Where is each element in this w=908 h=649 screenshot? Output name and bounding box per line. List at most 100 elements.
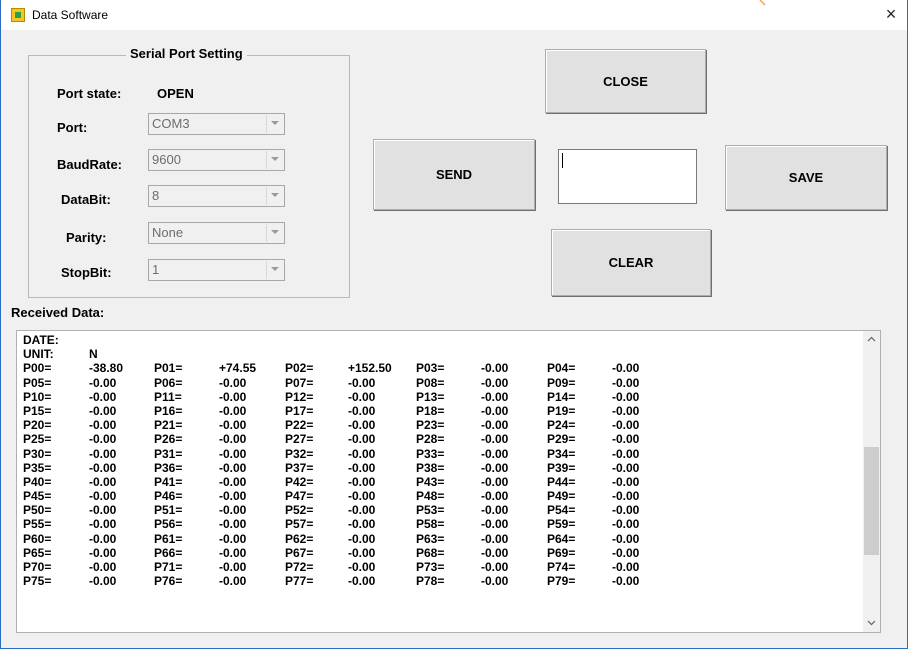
chevron-down-icon[interactable]: [266, 151, 283, 169]
param-key: P31=: [154, 446, 183, 461]
param-value: -0.00: [348, 418, 376, 433]
param-key: P17=: [285, 403, 314, 418]
param-key: P53=: [416, 503, 445, 518]
decorative-mark: [759, 0, 766, 6]
param-value: -0.00: [612, 389, 640, 404]
param-key: P33=: [416, 446, 445, 461]
port-select[interactable]: COM3: [148, 113, 285, 135]
param-key: P12=: [285, 389, 314, 404]
param-value: -0.00: [348, 375, 376, 390]
param-key: P68=: [416, 545, 445, 560]
close-port-button[interactable]: CLOSE: [545, 49, 706, 113]
param-key: P14=: [547, 389, 576, 404]
param-value: -0.00: [348, 545, 376, 560]
param-value: -0.00: [89, 460, 117, 475]
send-input[interactable]: [558, 149, 697, 204]
received-data-textarea[interactable]: DATE: UNIT: N P00= -38.80 P01= +74.55 P02= +1…: [16, 330, 881, 633]
chevron-down-icon[interactable]: [266, 115, 283, 133]
param-key: P75=: [23, 574, 52, 589]
param-key: P04=: [547, 361, 576, 376]
param-value: -0.00: [219, 389, 247, 404]
param-value: -0.00: [219, 503, 247, 518]
vertical-scrollbar[interactable]: [863, 331, 880, 632]
stopbit-label: StopBit:: [61, 265, 112, 280]
send-button[interactable]: SEND: [373, 139, 535, 210]
window-close-button[interactable]: ×: [881, 4, 901, 24]
chevron-down-icon[interactable]: [266, 261, 283, 279]
clear-button[interactable]: CLEAR: [551, 229, 711, 296]
param-key: P16=: [154, 403, 183, 418]
window-title: Data Software: [32, 8, 109, 22]
param-key: P22=: [285, 418, 314, 433]
param-key: P11=: [154, 389, 182, 404]
param-value: -0.00: [481, 517, 509, 532]
param-key: P09=: [547, 375, 576, 390]
param-value: -0.00: [219, 560, 247, 574]
parity-select[interactable]: None: [148, 222, 285, 244]
param-key: P25=: [23, 432, 52, 447]
param-value: -38.80: [89, 361, 124, 376]
stopbit-select[interactable]: 1: [148, 259, 285, 281]
app-icon: [11, 8, 25, 22]
param-key: P43=: [416, 474, 445, 489]
param-value: -0.00: [481, 446, 509, 461]
date-label: DATE:: [23, 333, 59, 347]
param-value: -0.00: [348, 403, 376, 418]
param-key: P73=: [416, 560, 445, 574]
param-value: +74.55: [219, 361, 257, 376]
param-key: P10=: [23, 389, 52, 404]
databit-label: DataBit:: [61, 192, 111, 207]
baudrate-label: BaudRate:: [57, 157, 123, 172]
param-value: -0.00: [219, 474, 247, 489]
scrollbar-thumb[interactable]: [864, 447, 879, 555]
param-key: P46=: [154, 489, 183, 504]
param-value: -0.00: [348, 474, 376, 489]
param-key: P76=: [154, 574, 183, 589]
param-value: -0.00: [348, 517, 376, 532]
param-value: -0.00: [612, 517, 640, 532]
port-state-label: Port state:: [57, 86, 122, 101]
param-key: P63=: [416, 531, 445, 546]
param-key: P49=: [547, 489, 576, 504]
param-key: P18=: [416, 403, 445, 418]
param-key: P52=: [285, 503, 314, 518]
param-value: -0.00: [612, 545, 640, 560]
param-key: P40=: [23, 474, 52, 489]
param-key: P69=: [547, 545, 576, 560]
param-key: P60=: [23, 531, 52, 546]
param-key: P37=: [285, 460, 314, 475]
chevron-down-icon[interactable]: [266, 224, 283, 242]
param-value: -0.00: [89, 560, 117, 574]
param-value: -0.00: [219, 375, 247, 390]
baudrate-select[interactable]: 9600: [148, 149, 285, 171]
param-value: -0.00: [219, 489, 247, 504]
param-key: P05=: [23, 375, 52, 390]
param-key: P62=: [285, 531, 314, 546]
param-value: -0.00: [219, 432, 247, 447]
param-value: -0.00: [219, 545, 247, 560]
param-key: P67=: [285, 545, 314, 560]
param-value: -0.00: [89, 531, 117, 546]
databit-select[interactable]: 8: [148, 185, 285, 207]
chevron-down-icon[interactable]: [867, 618, 876, 627]
param-value: -0.00: [612, 460, 640, 475]
baudrate-select-value: 9600: [152, 152, 181, 167]
param-value: -0.00: [612, 403, 640, 418]
param-key: P51=: [154, 503, 183, 518]
param-value: -0.00: [348, 489, 376, 504]
received-data-label: Received Data:: [11, 305, 105, 320]
param-key: P02=: [285, 361, 314, 376]
chevron-down-icon[interactable]: [266, 187, 283, 205]
chevron-up-icon[interactable]: [867, 335, 876, 344]
param-value: -0.00: [481, 503, 509, 518]
param-key: P19=: [547, 403, 576, 418]
param-value: -0.00: [89, 432, 117, 447]
param-value: -0.00: [89, 574, 117, 589]
databit-select-value: 8: [152, 188, 160, 203]
param-key: P50=: [23, 503, 52, 518]
save-button[interactable]: SAVE: [725, 145, 887, 210]
param-key: P07=: [285, 375, 314, 390]
param-key: P64=: [547, 531, 576, 546]
param-value: -0.00: [89, 375, 117, 390]
param-value: -0.00: [481, 574, 509, 589]
